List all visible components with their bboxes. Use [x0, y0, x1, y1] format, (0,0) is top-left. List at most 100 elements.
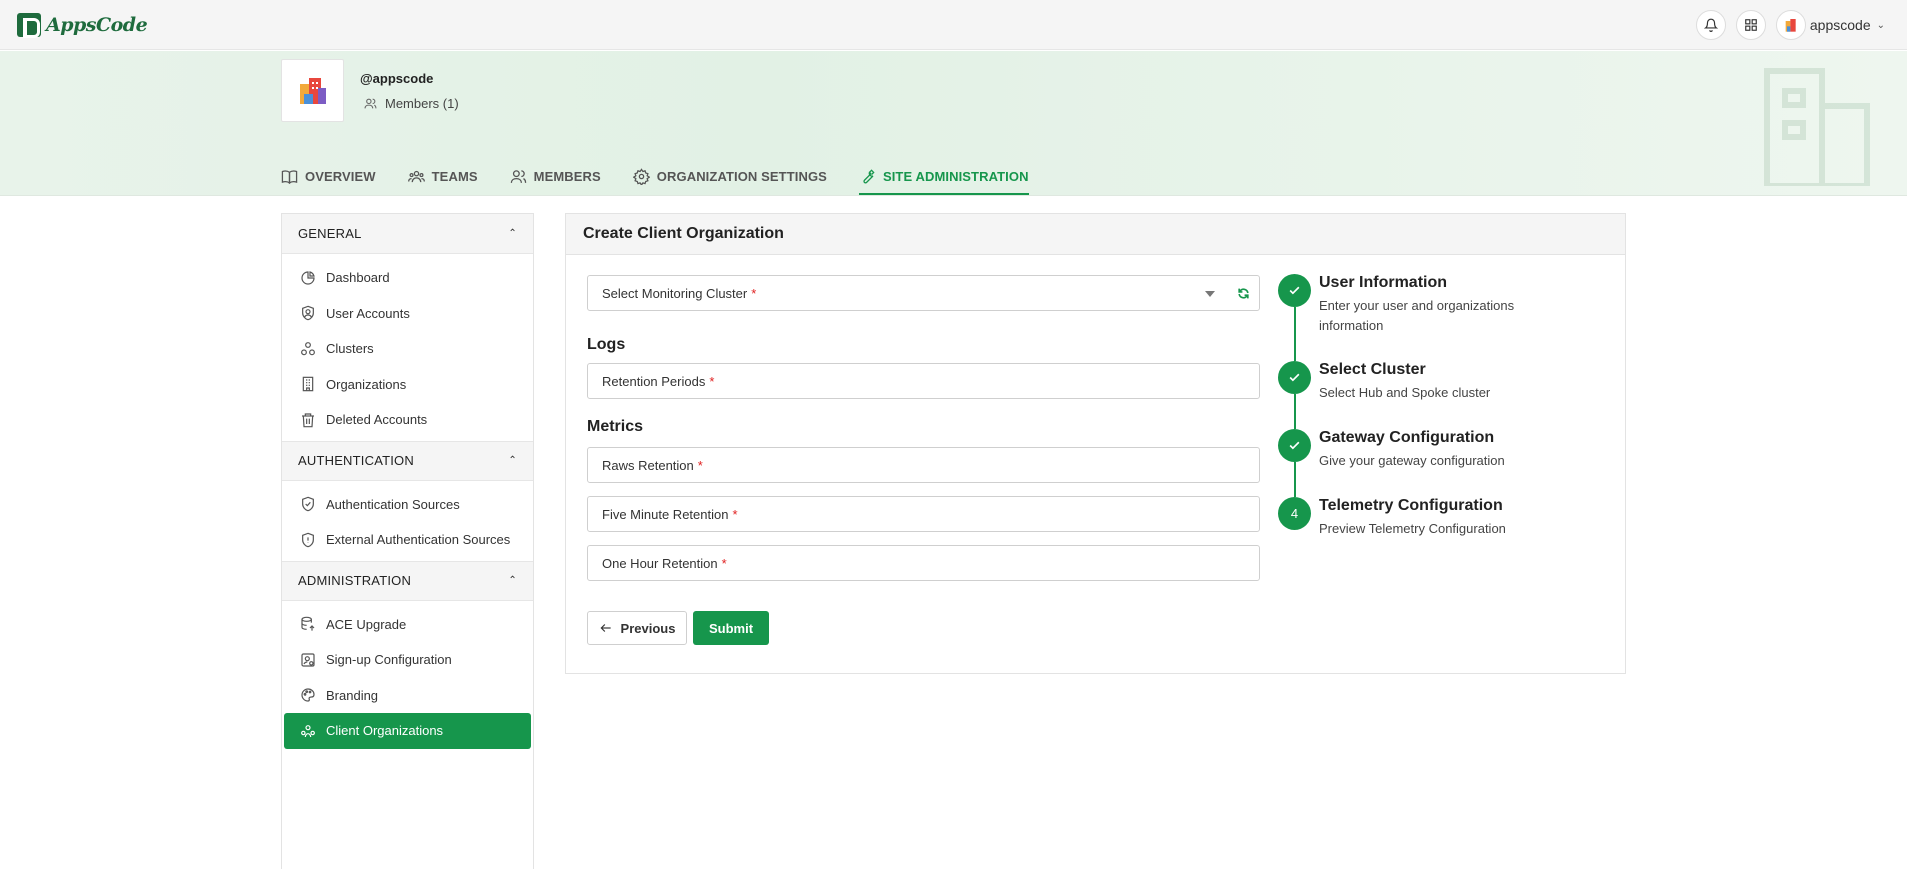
apps-grid-button[interactable]: [1735, 10, 1766, 40]
sidebar-item-label: External Authentication Sources: [326, 532, 511, 548]
tab-teams[interactable]: TEAMS: [407, 159, 478, 193]
previous-label: Previous: [620, 620, 676, 636]
pie-chart-icon: [301, 270, 315, 285]
top-bar: AppsCode appscode ⌄: [0, 0, 1907, 50]
database-upgrade-icon: [301, 616, 315, 631]
refresh-button[interactable]: [1227, 276, 1259, 310]
sidebar-section-administration[interactable]: ADMINISTRATION ⌃: [282, 560, 533, 601]
sidebar-section-general[interactable]: GENERAL ⌃: [282, 214, 533, 254]
teams-icon: [407, 170, 425, 182]
sidebar-item-branding[interactable]: Branding: [284, 678, 531, 714]
field-label: Select Monitoring Cluster: [602, 285, 748, 301]
sidebar-item-ace-upgrade[interactable]: ACE Upgrade: [284, 607, 531, 643]
sidebar-item-label: Sign-up Configuration: [326, 652, 452, 668]
field-label: Five Minute Retention: [602, 506, 729, 522]
required-mark: *: [751, 285, 757, 301]
sidebar-item-deleted-accounts[interactable]: Deleted Accounts: [284, 402, 531, 438]
sidebar-item-clusters[interactable]: Clusters: [284, 331, 531, 367]
tab-label: SITE ADMINISTRATION: [882, 168, 1029, 184]
submit-button[interactable]: Submit: [693, 611, 769, 645]
sidebar-item-label: Deleted Accounts: [326, 412, 428, 428]
book-icon: [281, 169, 298, 184]
sidebar-item-label: Clusters: [326, 341, 374, 357]
members-icon: [510, 169, 526, 183]
sidebar-item-label: Organizations: [326, 376, 407, 392]
step-description: Give your gateway configuration: [1319, 453, 1505, 468]
tab-site-administration[interactable]: SITE ADMINISTRATION: [858, 159, 1029, 195]
tab-organization-settings[interactable]: ORGANIZATION SETTINGS: [632, 159, 827, 193]
raws-retention-field[interactable]: Raws Retention *: [587, 447, 1260, 483]
notifications-button[interactable]: [1695, 10, 1726, 40]
sidebar-item-client-organizations[interactable]: Client Organizations: [284, 713, 531, 749]
step-title: Gateway Configuration: [1319, 429, 1495, 446]
tab-label: OVERVIEW: [305, 168, 376, 184]
brand-name: AppsCode: [46, 14, 148, 36]
step-description: Select Hub and Spoke cluster: [1319, 385, 1491, 400]
org-handle: @appscode: [360, 71, 434, 86]
org-header: @appscode Members (1) OVERVIEW TEAMS MEM…: [0, 51, 1907, 196]
step-connector: [1294, 394, 1296, 429]
org-tabs: OVERVIEW TEAMS MEMBERS ORGANIZATION SETT…: [281, 159, 1061, 195]
sidebar-item-organizations[interactable]: Organizations: [284, 367, 531, 403]
building-icon: [302, 376, 314, 392]
one-hour-retention-field[interactable]: One Hour Retention *: [587, 545, 1260, 581]
step-number: 4: [1278, 497, 1311, 530]
tab-members[interactable]: MEMBERS: [510, 159, 601, 193]
sidebar-item-user-accounts[interactable]: User Accounts: [284, 296, 531, 332]
building-avatar-icon: [1785, 19, 1796, 32]
previous-button[interactable]: Previous: [587, 611, 687, 645]
required-mark: *: [732, 506, 738, 522]
members-count: Members (1): [385, 96, 459, 111]
check-icon: [1278, 429, 1311, 462]
admin-sidebar: GENERAL ⌃ Dashboard User Accounts Cluste…: [281, 213, 534, 869]
user-settings-icon: [301, 653, 315, 667]
required-mark: *: [697, 457, 703, 473]
check-icon: [1278, 274, 1311, 307]
chevron-up-icon: ⌃: [508, 455, 517, 466]
sidebar-item-external-authentication-sources[interactable]: External Authentication Sources: [284, 522, 531, 558]
logs-heading: Logs: [587, 336, 626, 353]
refresh-icon: [1237, 287, 1249, 299]
tab-label: ORGANIZATION SETTINGS: [656, 168, 827, 184]
user-menu[interactable]: appscode ⌄: [1775, 10, 1885, 40]
step-title: Telemetry Configuration: [1319, 497, 1503, 514]
org-members-link[interactable]: Members (1): [364, 96, 459, 111]
create-client-organization-card: Create Client Organization Select Monito…: [565, 213, 1626, 674]
section-title: ADMINISTRATION: [298, 573, 412, 588]
avatar: [1775, 10, 1806, 40]
tab-label: MEMBERS: [533, 168, 601, 184]
sidebar-item-signup-configuration[interactable]: Sign-up Configuration: [284, 642, 531, 678]
step-description: Preview Telemetry Configuration: [1319, 521, 1506, 536]
chevron-up-icon: ⌃: [508, 228, 517, 239]
org-logo: [281, 59, 344, 122]
shield-icon: [302, 532, 314, 548]
wrench-icon: [863, 168, 875, 183]
sidebar-item-dashboard[interactable]: Dashboard: [284, 260, 531, 296]
trash-icon: [302, 413, 314, 428]
sidebar-item-authentication-sources[interactable]: Authentication Sources: [284, 487, 531, 523]
card-title: Create Client Organization: [566, 214, 1625, 255]
sidebar-section-authentication[interactable]: AUTHENTICATION ⌃: [282, 440, 533, 481]
step-description: Enter your user and organizations inform…: [1319, 298, 1515, 333]
step-connector: [1294, 462, 1296, 497]
five-minute-retention-field[interactable]: Five Minute Retention *: [587, 496, 1260, 532]
metrics-heading: Metrics: [587, 418, 644, 435]
members-icon: [364, 98, 377, 109]
monitoring-cluster-select[interactable]: Select Monitoring Cluster *: [587, 275, 1260, 311]
sidebar-item-label: User Accounts: [326, 305, 410, 321]
section-title: AUTHENTICATION: [298, 453, 414, 468]
tab-overview[interactable]: OVERVIEW: [281, 159, 376, 193]
required-mark: *: [721, 555, 727, 571]
section-title: GENERAL: [298, 226, 362, 241]
client-organizations-icon: [301, 724, 315, 737]
check-icon: [1278, 361, 1311, 394]
sidebar-item-label: Dashboard: [326, 270, 390, 286]
appscode-logo[interactable]: AppsCode: [17, 13, 148, 38]
step-title: Select Cluster: [1319, 361, 1426, 378]
field-label: Retention Periods: [602, 373, 706, 389]
step-connector: [1294, 307, 1296, 361]
grid-icon: [1745, 19, 1757, 31]
retention-periods-field[interactable]: Retention Periods *: [587, 363, 1260, 399]
arrow-left-icon: [600, 624, 611, 632]
caret-down-icon: [1205, 291, 1215, 297]
